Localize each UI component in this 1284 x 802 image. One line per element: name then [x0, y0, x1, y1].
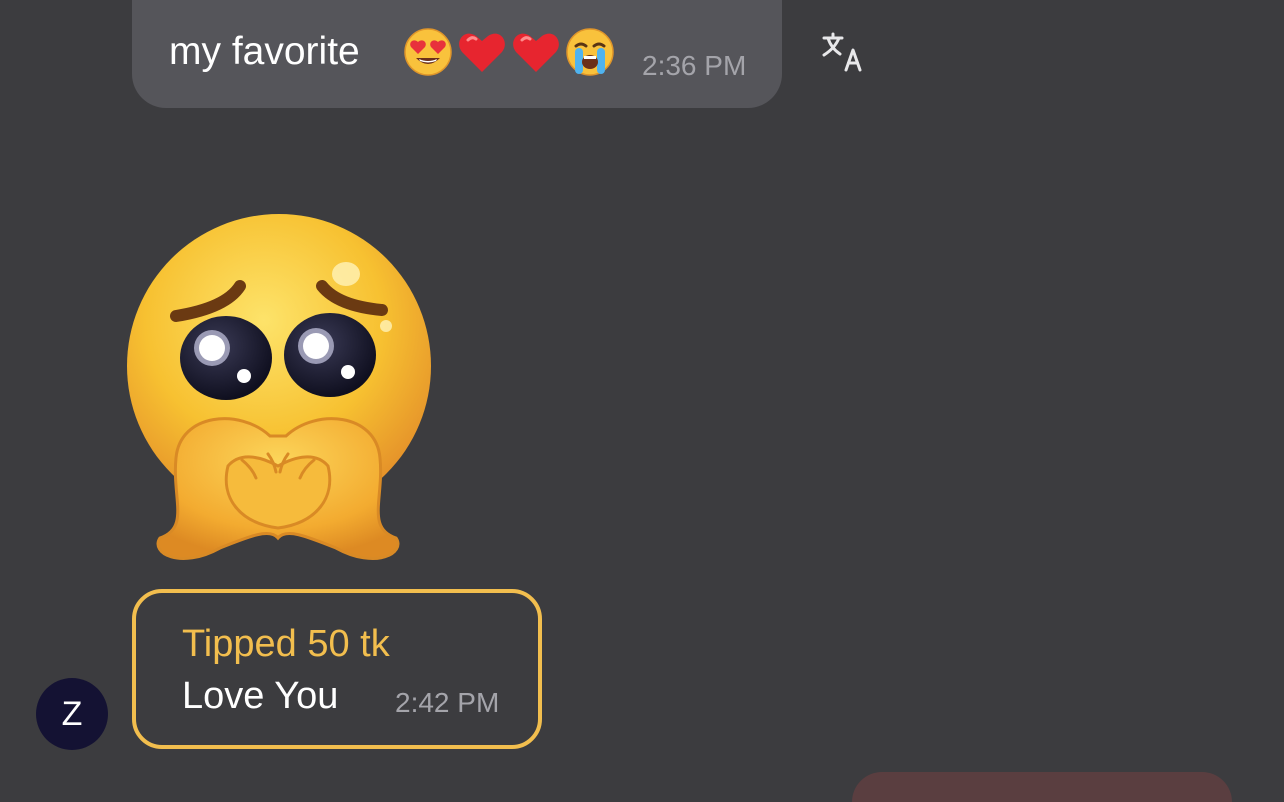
tip-message-text: Love You [182, 675, 339, 717]
pleading-face-heart-hands-sticker[interactable] [120, 208, 440, 570]
tip-amount-label: Tipped 50 tk [182, 623, 390, 665]
message-text: my favorite [169, 30, 360, 73]
red-heart-emoji [513, 33, 559, 72]
avatar[interactable]: Z [36, 678, 108, 750]
message-timestamp: 2:42 PM [395, 687, 500, 718]
translate-icon[interactable] [820, 30, 866, 74]
tip-message-bubble[interactable]: Tipped 50 tk Love You 2:42 PM [132, 589, 542, 749]
message-timestamp: 2:36 PM [642, 50, 747, 81]
message-emoji-row [402, 26, 616, 78]
loudly-crying-emoji [566, 28, 614, 76]
heart-eyes-emoji [404, 28, 452, 76]
message-bubble[interactable]: my favorite 2:36 PM [132, 0, 782, 108]
outgoing-message-bubble-partial[interactable] [852, 772, 1232, 802]
red-heart-emoji [459, 33, 505, 72]
